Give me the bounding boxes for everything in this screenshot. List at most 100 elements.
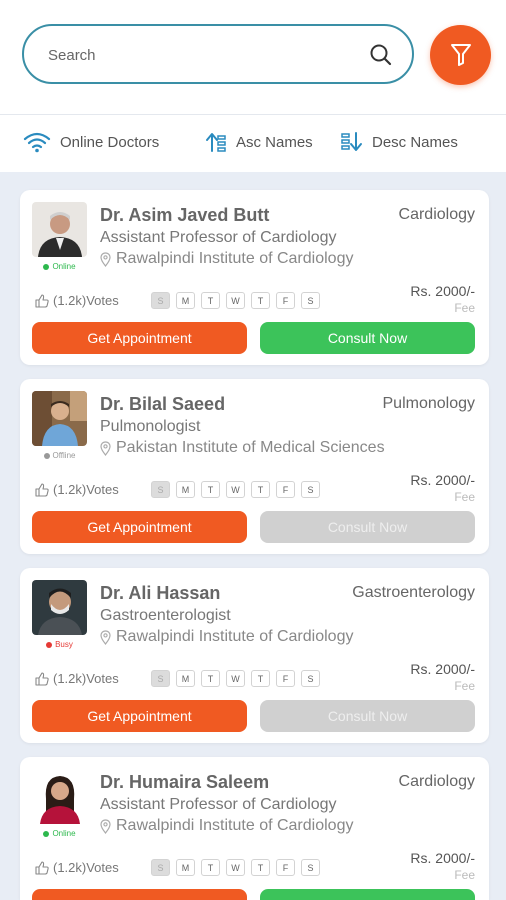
doctor-card[interactable]: Offline Dr. Bilal Saeed Pulmonology Pulm…: [20, 379, 489, 554]
doctor-card[interactable]: Busy Dr. Ali Hassan Gastroenterology Gas…: [20, 568, 489, 743]
online-doctors-label: Online Doctors: [60, 133, 160, 151]
day-chip: T: [201, 859, 220, 876]
location-pin-icon: [100, 251, 111, 267]
fee-label: Fee: [454, 679, 475, 693]
availability-days: S M T W T F S: [151, 481, 320, 498]
fee-amount: Rs. 2000/-: [410, 283, 475, 299]
doctor-institute: Rawalpindi Institute of Cardiology: [100, 817, 353, 835]
divider: [0, 114, 506, 115]
doctor-name: Dr. Asim Javed Butt: [100, 205, 270, 225]
doctor-name: Dr. Humaira Saleem: [100, 772, 270, 792]
search-input[interactable]: [48, 43, 368, 67]
institute-label: Rawalpindi Institute of Cardiology: [116, 628, 354, 645]
day-chip: T: [251, 481, 270, 498]
status-badge: Offline: [32, 451, 87, 460]
day-chip: S: [301, 481, 320, 498]
status-dot: [43, 830, 50, 837]
day-chip: F: [276, 481, 295, 498]
institute-label: Rawalpindi Institute of Cardiology: [116, 817, 354, 834]
availability-days: S M T W T F S: [151, 859, 320, 876]
consult-now-button[interactable]: Consult Now: [260, 889, 475, 900]
day-chip: S: [301, 292, 320, 309]
filter-button[interactable]: [430, 25, 491, 85]
day-chip: T: [251, 859, 270, 876]
location-pin-icon: [100, 818, 111, 834]
status-label: Online: [52, 829, 76, 838]
desc-names-sort[interactable]: Desc Names: [340, 128, 458, 156]
status-badge: Online: [32, 262, 87, 271]
votes[interactable]: (1.2k)Votes: [35, 293, 119, 308]
doctor-card[interactable]: Online Dr. Asim Javed Butt Cardiology As…: [20, 190, 489, 365]
doctor-title: Pulmonologist: [100, 418, 201, 435]
doctor-specialty: Pulmonology: [382, 395, 476, 412]
asc-names-label: Asc Names: [236, 133, 313, 151]
day-chip: S: [151, 481, 170, 498]
votes-label: (1.2k)Votes: [53, 293, 119, 308]
fee-amount: Rs. 2000/-: [410, 661, 475, 677]
search-bar[interactable]: [22, 24, 414, 84]
doctor-title: Assistant Professor of Cardiology: [100, 229, 337, 246]
desc-names-label: Desc Names: [372, 133, 458, 151]
asc-names-sort[interactable]: Asc Names: [204, 128, 313, 156]
status-dot: [43, 263, 50, 270]
search-icon[interactable]: [368, 42, 394, 68]
status-label: Online: [52, 262, 76, 271]
get-appointment-button[interactable]: Get Appointment: [32, 511, 247, 543]
location-pin-icon: [100, 440, 111, 456]
status-dot: [43, 452, 50, 459]
status-label: Busy: [55, 640, 73, 649]
sort-bar: Online Doctors Asc Names Desc Names: [0, 122, 506, 162]
votes[interactable]: (1.2k)Votes: [35, 671, 119, 686]
thumbs-up-icon: [35, 482, 49, 497]
doctor-avatar: [32, 769, 87, 824]
thumbs-up-icon: [35, 671, 49, 686]
doctor-institute: Rawalpindi Institute of Cardiology: [100, 250, 353, 268]
status-dot: [46, 641, 53, 648]
doctor-avatar: [32, 391, 87, 446]
doctor-name: Dr. Bilal Saeed: [100, 394, 226, 414]
online-doctors-filter[interactable]: Online Doctors: [22, 128, 159, 156]
sort-descending-icon: [341, 132, 362, 151]
day-chip: W: [226, 481, 245, 498]
doctor-specialty: Cardiology: [398, 773, 475, 790]
get-appointment-button[interactable]: Get Appointment: [32, 700, 247, 732]
day-chip: M: [176, 292, 195, 309]
consult-now-button[interactable]: Consult Now: [260, 322, 475, 354]
day-chip: F: [276, 859, 295, 876]
doctor-specialty: Cardiology: [398, 206, 475, 223]
wifi-icon: [23, 132, 51, 153]
votes[interactable]: (1.2k)Votes: [35, 482, 119, 497]
fee-amount: Rs. 2000/-: [410, 472, 475, 488]
day-chip: T: [251, 292, 270, 309]
doctor-name: Dr. Ali Hassan: [100, 583, 221, 603]
get-appointment-button[interactable]: Get Appointment: [32, 322, 247, 354]
status-badge: Online: [32, 829, 87, 838]
day-chip: T: [201, 670, 220, 687]
doctor-avatar: [32, 202, 87, 257]
get-appointment-button[interactable]: Get Appointment: [32, 889, 247, 900]
day-chip: M: [176, 859, 195, 876]
votes-label: (1.2k)Votes: [53, 482, 119, 497]
consult-now-button[interactable]: Consult Now: [260, 511, 475, 543]
status-badge: Busy: [32, 640, 87, 649]
day-chip: S: [151, 670, 170, 687]
votes-label: (1.2k)Votes: [53, 671, 119, 686]
day-chip: F: [276, 292, 295, 309]
day-chip: W: [226, 292, 245, 309]
institute-label: Pakistan Institute of Medical Sciences: [116, 439, 385, 456]
header: Online Doctors Asc Names Desc Names: [0, 0, 506, 172]
consult-now-button[interactable]: Consult Now: [260, 700, 475, 732]
day-chip: S: [301, 859, 320, 876]
doctor-title: Gastroenterologist: [100, 607, 231, 624]
day-chip: W: [226, 670, 245, 687]
fee-label: Fee: [454, 490, 475, 504]
doctor-institute: Pakistan Institute of Medical Sciences: [100, 439, 385, 457]
institute-label: Rawalpindi Institute of Cardiology: [116, 250, 354, 267]
day-chip: T: [201, 481, 220, 498]
availability-days: S M T W T F S: [151, 292, 320, 309]
day-chip: T: [251, 670, 270, 687]
doctor-card[interactable]: Online Dr. Humaira Saleem Cardiology Ass…: [20, 757, 489, 900]
votes[interactable]: (1.2k)Votes: [35, 860, 119, 875]
filter-icon: [450, 44, 471, 66]
votes-label: (1.2k)Votes: [53, 860, 119, 875]
